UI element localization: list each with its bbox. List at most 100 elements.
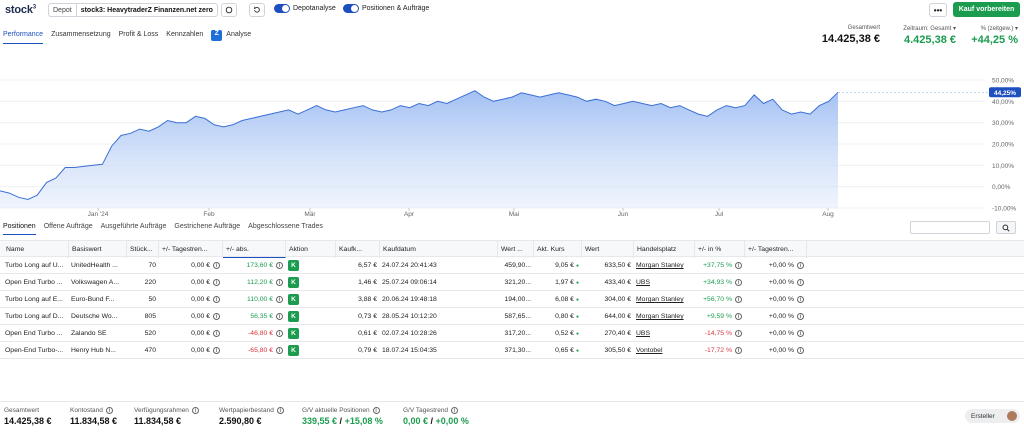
column-header[interactable]: Kaufk... — [336, 241, 380, 258]
cell-aktion[interactable]: K — [286, 274, 336, 291]
cell-pct: +34,93 % i — [695, 274, 745, 291]
status-dot-icon: ● — [575, 313, 579, 320]
tab-zusammensetzung[interactable]: Zusammensetzung — [51, 31, 111, 44]
info-icon[interactable]: i — [797, 262, 804, 269]
column-header[interactable]: +/- abs. — [223, 241, 286, 258]
info-icon[interactable]: i — [276, 296, 283, 303]
cell-platz[interactable]: UBS — [634, 274, 695, 291]
tab-ausgefuehrte-auftraege[interactable]: Ausgeführte Aufträge — [101, 223, 167, 235]
cell-wert1: 371,30... — [504, 347, 531, 354]
cell-platz[interactable]: Morgan Stanley — [634, 291, 695, 308]
info-icon[interactable]: i — [735, 330, 742, 337]
column-header[interactable]: Aktion — [286, 241, 336, 258]
info-icon[interactable]: i — [797, 296, 804, 303]
column-header[interactable]: Wert — [582, 241, 634, 258]
buy-action-button[interactable]: K — [288, 311, 299, 322]
buy-action-button[interactable]: K — [288, 345, 299, 356]
info-icon[interactable]: i — [213, 279, 220, 286]
info-icon[interactable]: i — [735, 313, 742, 320]
column-header[interactable]: +/- Tagestren... — [159, 241, 223, 258]
refresh-button[interactable] — [249, 3, 265, 17]
table-row[interactable]: Turbo Long auf E... Euro-Bund F... 50 0,00 … — [0, 291, 1024, 308]
cell-platz[interactable]: Morgan Stanley — [634, 308, 695, 325]
cell-aktion[interactable]: K — [286, 308, 336, 325]
status-dot-icon: ● — [575, 262, 579, 269]
kpi-percent[interactable]: % (zeitgew.) ▾ +44,25 % — [966, 25, 1018, 46]
info-icon[interactable]: i — [797, 279, 804, 286]
column-header[interactable]: Handelsplatz — [634, 241, 695, 258]
tab-gestrichene-auftraege[interactable]: Gestrichene Aufträge — [174, 223, 240, 235]
info-icon[interactable]: i — [276, 347, 283, 354]
info-icon[interactable]: i — [451, 407, 459, 414]
depot-selector[interactable]: Depot stock3: HeavytraderZ Finanzen.net … — [48, 3, 218, 17]
tab-offene-auftraege[interactable]: Offene Aufträge — [44, 223, 93, 235]
column-header[interactable]: Basiswert — [69, 241, 127, 258]
table-row[interactable]: Open-End Turbo-... Henry Hub N... 470 0,00 … — [0, 342, 1024, 359]
column-header[interactable]: +/- in % — [695, 241, 745, 258]
info-icon[interactable]: i — [797, 347, 804, 354]
search-input[interactable] — [910, 221, 990, 234]
tab-profit-loss[interactable]: Profit & Loss — [119, 31, 159, 44]
info-icon[interactable]: i — [735, 279, 742, 286]
buy-action-button[interactable]: K — [288, 328, 299, 339]
cell-platz[interactable]: UBS — [634, 325, 695, 342]
creator-button[interactable]: Ersteller — [965, 409, 1020, 423]
depotanalyse-toggle[interactable]: Depotanalyse — [274, 4, 336, 13]
kpi-zeitraum[interactable]: Zeitraum: Gesamt ▾ 4.425,38 € — [896, 25, 956, 46]
info-icon[interactable]: i — [213, 330, 220, 337]
table-row[interactable]: Open End Turbo ... Volkswagen A... 220 0,00… — [0, 274, 1024, 291]
switch-on[interactable] — [274, 4, 290, 13]
cell-platz[interactable]: Morgan Stanley — [634, 257, 695, 274]
buy-action-button[interactable]: K — [288, 277, 299, 288]
info-icon[interactable]: i — [276, 279, 283, 286]
tab-abgeschlossene-trades[interactable]: Abgeschlossene Trades — [248, 223, 323, 235]
buy-action-button[interactable]: K — [288, 294, 299, 305]
column-header[interactable]: Wert ... — [498, 241, 534, 258]
circle-button[interactable] — [221, 3, 237, 17]
toggle-label: Depotanalyse — [293, 5, 336, 12]
info-icon[interactable]: i — [276, 262, 283, 269]
performance-chart[interactable]: 50,00% 40,00% 30,00% 20,00% 10,00% 0,00% -10,0… — [0, 70, 1024, 220]
info-icon[interactable]: i — [276, 330, 283, 337]
positionen-toggle[interactable]: Positionen & Aufträge — [343, 4, 429, 13]
cell-aktion[interactable]: K — [286, 257, 336, 274]
buy-action-button[interactable]: K — [288, 260, 299, 271]
info-icon[interactable]: i — [213, 347, 220, 354]
tab-analyse[interactable]: Z Analyse — [211, 29, 251, 44]
cell-wert1: 194,00... — [504, 296, 531, 303]
column-header[interactable]: Akt. Kurs — [534, 241, 582, 258]
column-header[interactable]: +/- Tagestren... — [745, 241, 807, 258]
column-header[interactable]: Kaufdatum — [380, 241, 498, 258]
cell-aktion[interactable]: K — [286, 291, 336, 308]
info-icon[interactable]: i — [213, 262, 220, 269]
brand-logo[interactable]: stock3 — [5, 4, 36, 16]
cell-aktion[interactable]: K — [286, 342, 336, 359]
search-button[interactable] — [996, 221, 1016, 234]
table-row[interactable]: Turbo Long auf D... Deutsche Wo... 805 0,00… — [0, 308, 1024, 325]
tab-positionen[interactable]: Positionen — [3, 223, 36, 235]
info-icon[interactable]: i — [797, 313, 804, 320]
info-icon[interactable]: i — [797, 330, 804, 337]
info-icon[interactable]: i — [213, 313, 220, 320]
cell-platz[interactable]: Vontobel — [634, 342, 695, 359]
tab-performance[interactable]: Performance — [3, 31, 44, 44]
info-icon[interactable]: i — [735, 262, 742, 269]
table-row[interactable]: Open End Turbo ... Zalando SE 520 0,00 € i -4… — [0, 325, 1024, 342]
info-icon[interactable]: i — [735, 347, 742, 354]
switch-on[interactable] — [343, 4, 359, 13]
info-icon[interactable]: i — [372, 407, 380, 414]
table-row[interactable]: Turbo Long auf U... UnitedHealth ... 70 0,0… — [0, 257, 1024, 274]
cell-aktion[interactable]: K — [286, 325, 336, 342]
more-button[interactable]: ••• — [929, 3, 947, 17]
column-header[interactable]: Name — [3, 241, 69, 258]
info-icon[interactable]: i — [105, 407, 113, 414]
cell-basis: Henry Hub N... — [71, 347, 116, 354]
info-icon[interactable]: i — [276, 313, 283, 320]
tab-kennzahlen[interactable]: Kennzahlen — [166, 31, 203, 44]
buy-button[interactable]: Kauf vorbereiten — [953, 2, 1020, 17]
info-icon[interactable]: i — [191, 407, 199, 414]
info-icon[interactable]: i — [213, 296, 220, 303]
info-icon[interactable]: i — [735, 296, 742, 303]
column-header[interactable]: Stück... — [127, 241, 159, 258]
info-icon[interactable]: i — [276, 407, 284, 414]
